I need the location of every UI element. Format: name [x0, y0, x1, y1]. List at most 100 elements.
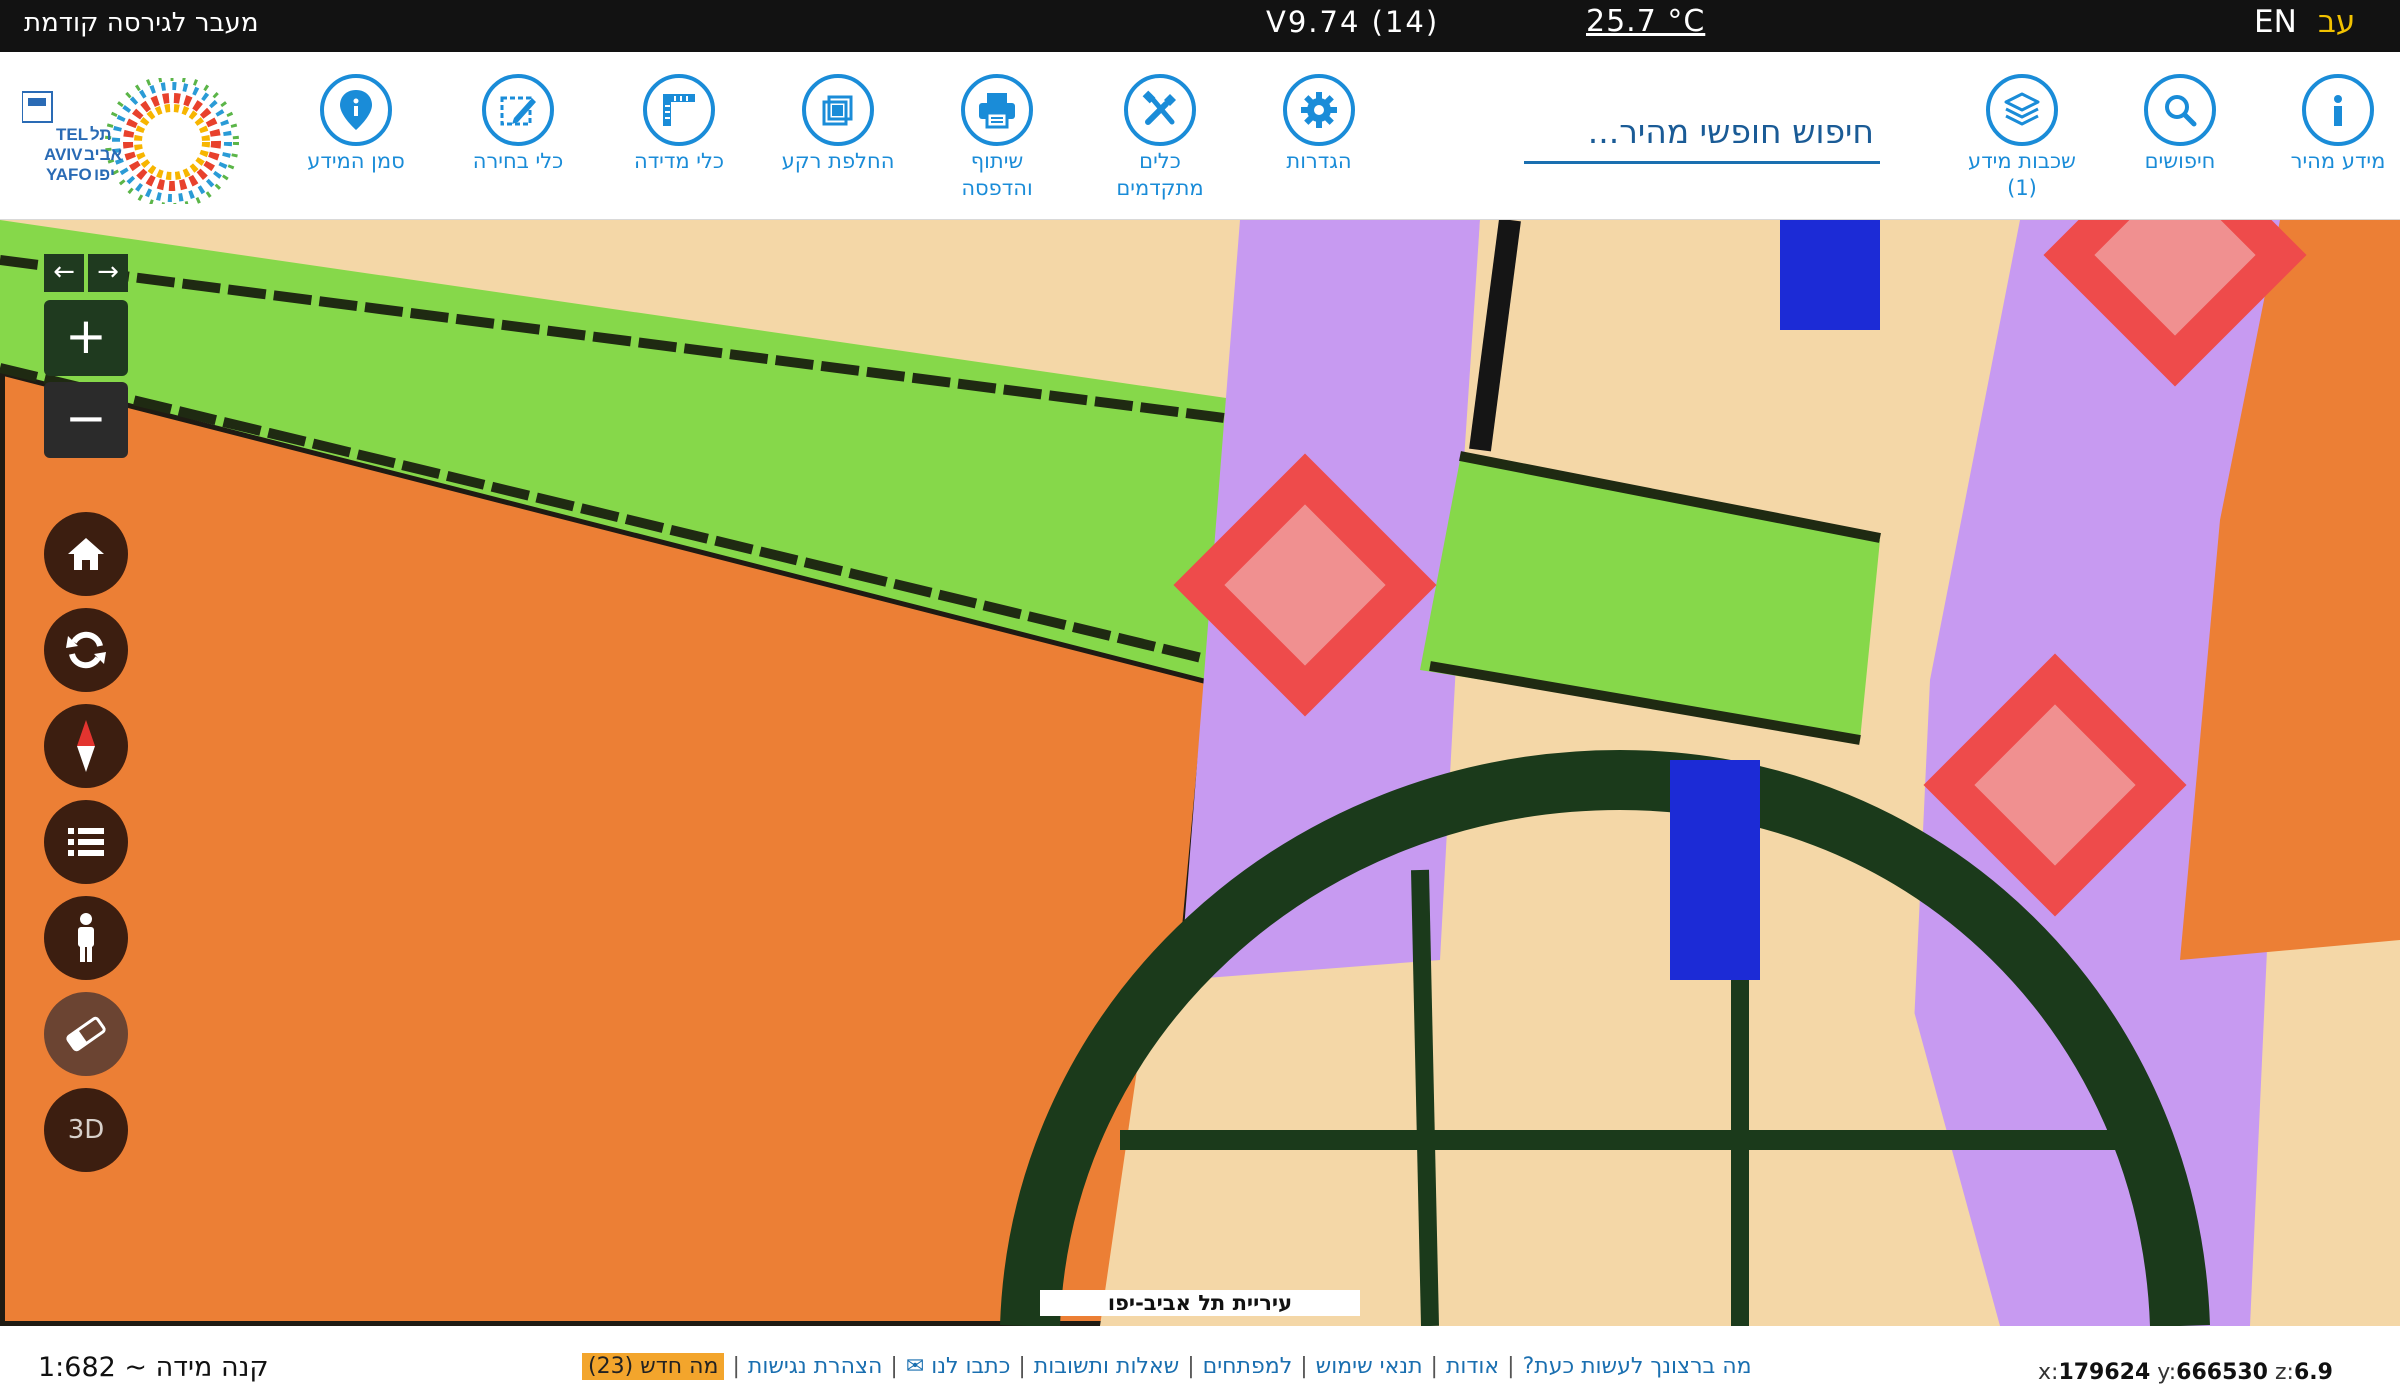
map-view[interactable]: עיריית תל אביב-יפו ← → + − 3D [0, 220, 2400, 1326]
tel-aviv-logo[interactable]: TEL תל AVIV אביב YAFO יפו [21, 75, 252, 209]
compass-icon [77, 720, 95, 772]
logo-sunburst [105, 75, 239, 209]
select-edit-icon [482, 74, 554, 146]
city-attribution-label: עיריית תל אביב-יפו [1040, 1290, 1360, 1316]
pan-right-button[interactable]: → [88, 254, 128, 292]
list-icon [68, 828, 104, 856]
footer-separator: | [732, 1354, 740, 1379]
version-label: V9.74 (14) [1266, 5, 1440, 39]
svg-text:יפו: יפו [94, 165, 115, 184]
advanced-tools[interactable]: כלים מתקדמים [1085, 74, 1235, 202]
advanced-tools-label-line2: מתקדמים [1116, 176, 1204, 200]
basemap-switch-label: החלפת רקע [781, 149, 895, 173]
settings-tool[interactable]: הגדרות [1244, 74, 1394, 175]
info-marker-label: סמן המידע [307, 149, 405, 173]
z-label: z: [2275, 1360, 2294, 1385]
map-scale: קנה מידה ~ 1:682 [38, 1352, 269, 1383]
svg-text:YAFO: YAFO [46, 165, 92, 184]
searches-label: חיפושים [2144, 149, 2216, 173]
previous-version-link[interactable]: מעבר לגירסה קודמת [24, 8, 258, 38]
home-button[interactable] [44, 512, 128, 596]
y-value: 666530 [2176, 1360, 2268, 1385]
settings-label: הגדרות [1286, 149, 1352, 173]
zoom-out-button[interactable]: − [44, 382, 128, 458]
footer-separator: | [1018, 1354, 1026, 1379]
clear-eraser-button[interactable] [44, 992, 128, 1076]
what-to-do-link[interactable]: מה ברצונך לעשות כעת? [1523, 1354, 1752, 1379]
temperature-label[interactable]: 25.7 °C [1586, 4, 1705, 39]
faq-link[interactable]: שאלות ותשובות [1034, 1354, 1179, 1379]
home-icon [68, 538, 104, 570]
info-layers-label-line1: שכבות מידע [1968, 149, 2076, 173]
status-bar: קנה מידה ~ 1:682 מה ברצונך לעשות כעת? | או… [0, 1326, 2400, 1392]
info-layers-count: (1) [2007, 176, 2037, 200]
z-value: 6.9 [2293, 1360, 2333, 1385]
legend-list-button[interactable] [44, 800, 128, 884]
logo-emblem [21, 91, 53, 123]
info-layers-label: שכבות מידע (1) [1947, 148, 2097, 202]
map-pin-icon [320, 74, 392, 146]
share-print-tool[interactable]: שיתוף והדפסה [922, 74, 1072, 202]
pan-left-button[interactable]: ← [44, 254, 84, 292]
x-value: 179624 [2058, 1360, 2151, 1385]
info-icon [2302, 74, 2374, 146]
logo-wordmark: TEL תל AVIV אביב YAFO יפו [44, 125, 123, 184]
quick-search [1524, 102, 1880, 164]
whats-new-badge[interactable]: מה חדש (23) [582, 1353, 725, 1380]
ruler-icon [643, 74, 715, 146]
compass-button[interactable] [44, 704, 128, 788]
map-canvas [0, 220, 2400, 1326]
quick-search-input[interactable] [1524, 102, 1880, 161]
share-print-label: שיתוף והדפסה [922, 148, 1072, 202]
footer-separator: | [1507, 1354, 1515, 1379]
layers-icon [1986, 74, 2058, 146]
about-link[interactable]: אודות [1446, 1354, 1499, 1379]
quick-info-tool[interactable]: מידע מהיר [2263, 74, 2400, 175]
footer-separator: | [890, 1354, 898, 1379]
search-icon [2144, 74, 2216, 146]
developers-link[interactable]: למפתחים [1203, 1354, 1293, 1379]
basemap-layers-icon [802, 74, 874, 146]
info-layers-tool[interactable]: שכבות מידע (1) [1947, 74, 2097, 202]
x-label: x: [2038, 1360, 2059, 1385]
refresh-button[interactable] [44, 608, 128, 692]
advanced-tools-label-line1: כלים [1139, 149, 1181, 173]
accessibility-link[interactable]: הצהרת נגישות [748, 1354, 883, 1379]
selection-tool[interactable]: כלי בחירה [443, 74, 593, 175]
svg-text:תל: תל [90, 125, 112, 144]
svg-text:אביב: אביב [84, 145, 123, 164]
gear-icon [1283, 74, 1355, 146]
advanced-tools-label: כלים מתקדמים [1085, 148, 1235, 202]
selection-tool-label: כלי בחירה [472, 149, 564, 173]
zoom-in-button[interactable]: + [44, 300, 128, 376]
share-print-label-line1: שיתוף [970, 149, 1024, 173]
terms-link[interactable]: תנאי שימוש [1316, 1354, 1423, 1379]
svg-text:TEL: TEL [56, 125, 88, 144]
basemap-switch-tool[interactable]: החלפת רקע [763, 74, 913, 175]
measure-tool-label: כלי מדידה [633, 149, 725, 173]
street-view-button[interactable] [44, 896, 128, 980]
3d-view-label: 3D [67, 1115, 105, 1145]
footer-separator: | [1300, 1354, 1308, 1379]
refresh-icon [66, 631, 106, 669]
coordinates-readout: x:179624 y:666530 z:6.9 [2038, 1360, 2333, 1385]
footer-separator: | [1430, 1354, 1438, 1379]
footer-links: מה ברצונך לעשות כעת? | אודות | תנאי שימוש | למ… [582, 1353, 1752, 1386]
main-toolbar: TEL תל AVIV אביב YAFO יפו סמן המידע כלי … [0, 52, 2400, 220]
person-icon [78, 913, 94, 962]
contact-link[interactable]: כתבו לנו ✉ [906, 1354, 1011, 1379]
language-english-link[interactable]: EN [2254, 4, 2297, 40]
language-hebrew-link[interactable]: עב [2318, 4, 2355, 40]
tools-icon [1124, 74, 1196, 146]
searches-tool[interactable]: חיפושים [2105, 74, 2255, 175]
info-marker-tool[interactable]: סמן המידע [281, 74, 431, 175]
svg-text:AVIV: AVIV [44, 145, 83, 164]
share-print-label-line2: והדפסה [961, 176, 1033, 200]
measure-tool[interactable]: כלי מדידה [604, 74, 754, 175]
y-label: y: [2157, 1360, 2177, 1385]
3d-view-button[interactable]: 3D [44, 1088, 128, 1172]
footer-separator: | [1187, 1354, 1195, 1379]
top-bar: מעבר לגירסה קודמת V9.74 (14) 25.7 °C EN … [0, 0, 2400, 52]
printer-icon [961, 74, 1033, 146]
quick-info-label: מידע מהיר [2290, 149, 2386, 173]
